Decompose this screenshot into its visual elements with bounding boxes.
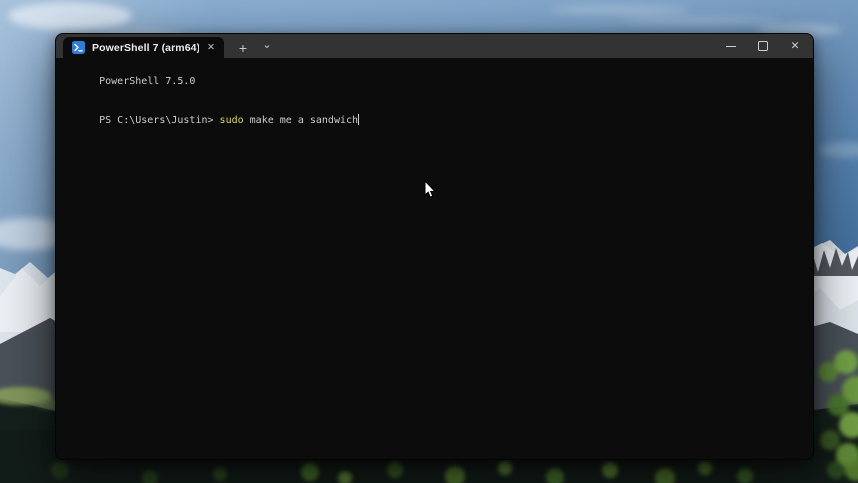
close-icon: ✕: [791, 40, 800, 52]
titlebar[interactable]: PowerShell 7 (arm64) ✕ + ⌄ ✕: [56, 34, 813, 58]
terminal-version-text: PowerShell 7.5.0: [99, 76, 195, 87]
tab-dropdown-button[interactable]: ⌄: [256, 34, 278, 58]
close-button[interactable]: ✕: [779, 34, 811, 58]
powershell-icon: [72, 41, 85, 54]
terminal-prompt: PS C:\Users\Justin>: [99, 115, 219, 126]
tab-close-icon[interactable]: ✕: [207, 43, 215, 53]
minimize-icon: [726, 46, 736, 47]
maximize-icon: [758, 41, 768, 51]
tab-title: PowerShell 7 (arm64): [92, 42, 199, 54]
command-arguments: make me a sandwich: [244, 115, 358, 126]
minimize-button[interactable]: [715, 34, 747, 58]
terminal-version-line: PowerShell 7.5.0: [63, 62, 805, 101]
tab-powershell[interactable]: PowerShell 7 (arm64) ✕: [63, 37, 224, 58]
terminal-screen[interactable]: PowerShell 7.5.0 PS C:\Users\Justin> sud…: [56, 58, 813, 455]
terminal-window: PowerShell 7 (arm64) ✕ + ⌄ ✕ PowerShell …: [55, 33, 814, 460]
maximize-button[interactable]: [747, 34, 779, 58]
mouse-cursor-icon: [424, 180, 437, 204]
new-tab-button[interactable]: +: [230, 37, 256, 58]
text-caret: [358, 114, 359, 125]
command-token: sudo: [220, 115, 244, 126]
terminal-prompt-line: PS C:\Users\Justin> sudo make me a sandw…: [63, 101, 805, 140]
